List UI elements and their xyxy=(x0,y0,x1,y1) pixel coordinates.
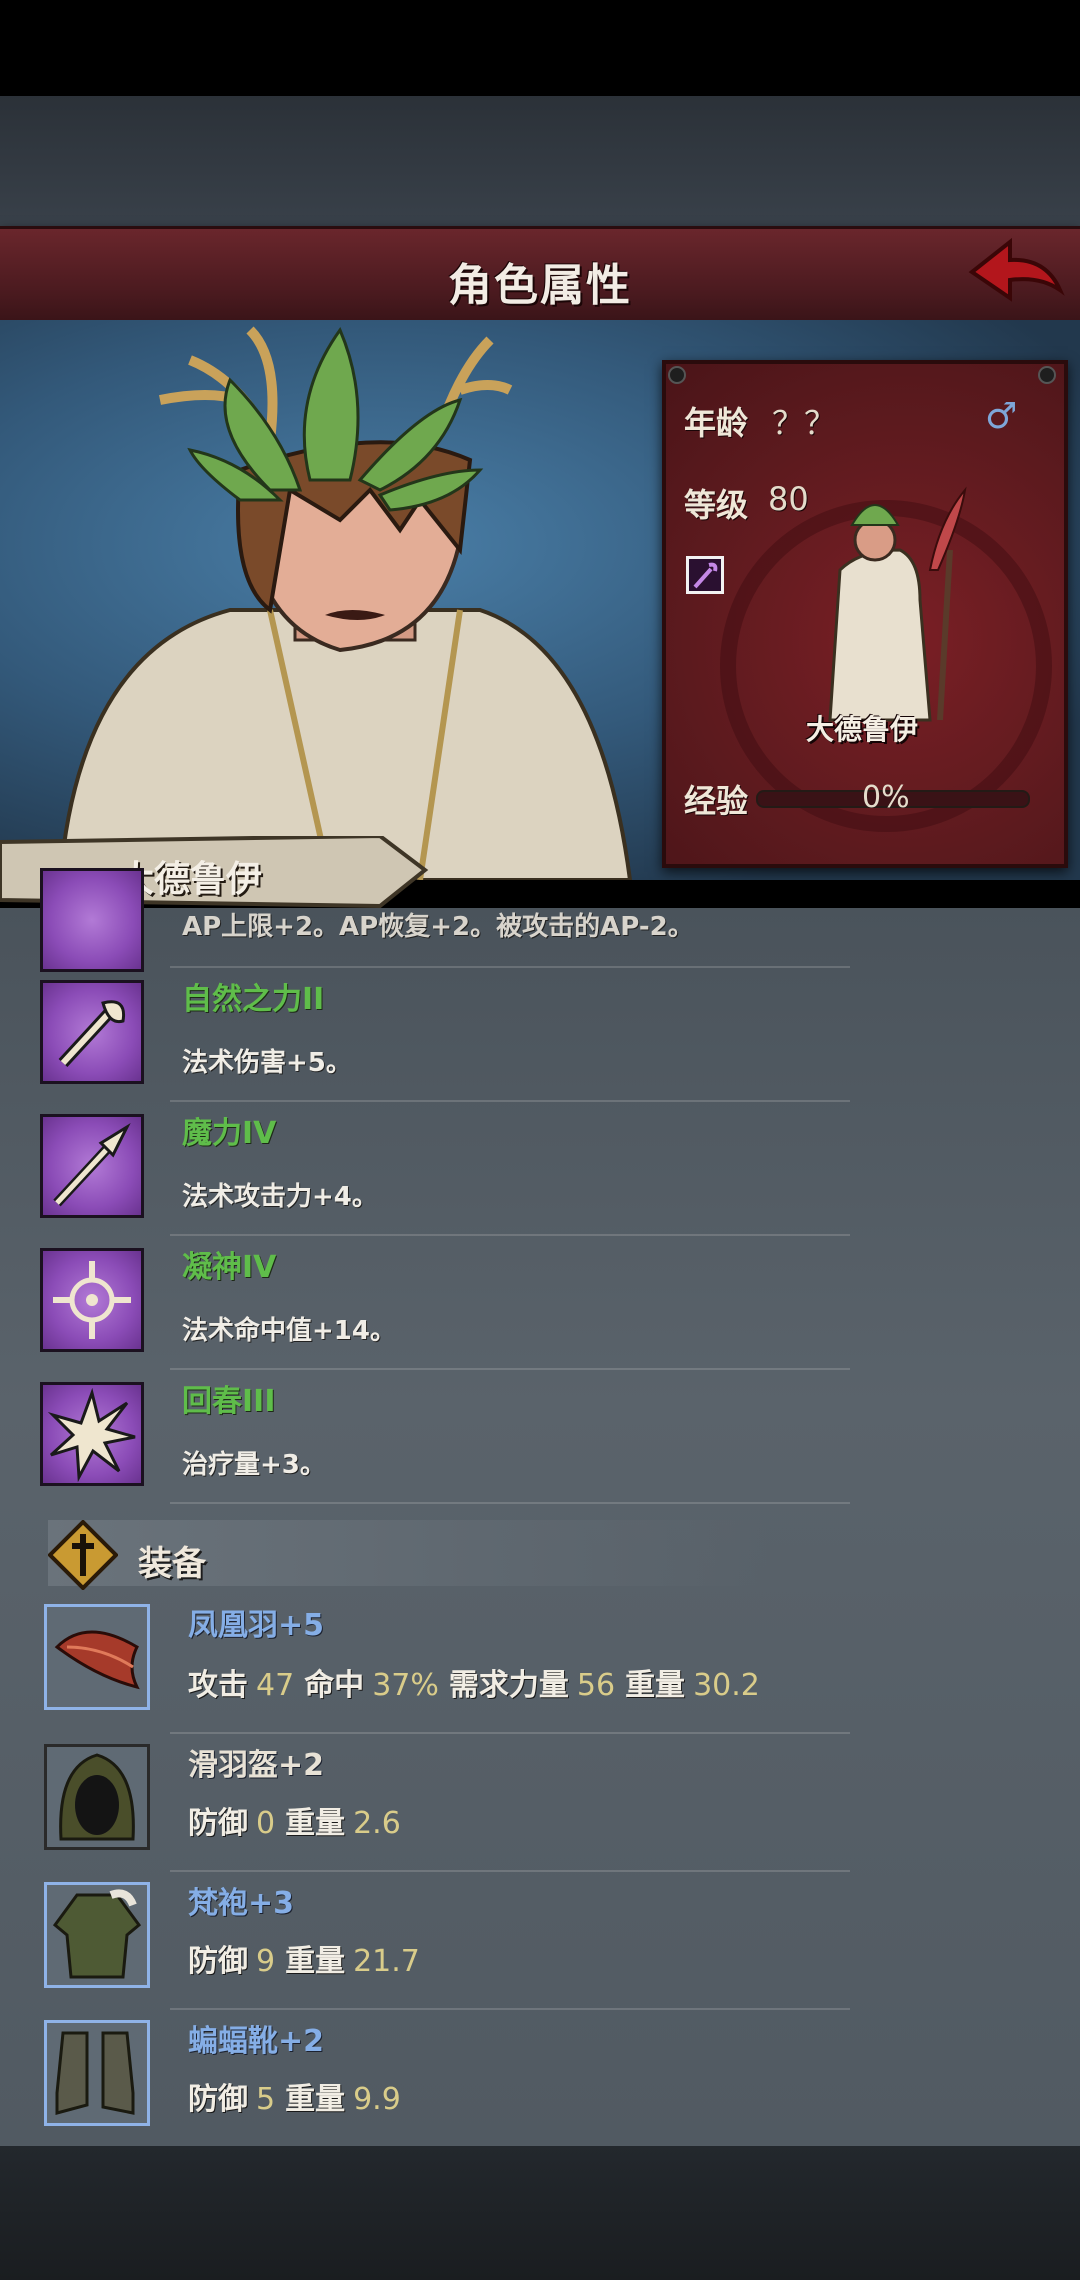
boots-icon[interactable] xyxy=(44,2020,150,2126)
stat-value: 5 xyxy=(256,2082,276,2117)
stat-value: 9.9 xyxy=(353,2082,401,2117)
skill-name: 自然之力II xyxy=(182,982,325,1017)
stat-label: 防御 xyxy=(188,1806,248,1841)
stat-label: 重量 xyxy=(285,1806,346,1841)
age-value: ？？ xyxy=(772,404,837,442)
stat-value: 30.2 xyxy=(693,1668,760,1703)
exp-label: 经验 xyxy=(684,782,749,820)
skill-description: AP上限+2。AP恢复+2。被攻击的AP-2。 xyxy=(182,912,694,942)
stat-value: 21.7 xyxy=(353,1944,420,1979)
status-bar-area xyxy=(0,0,1080,96)
robe-icon[interactable] xyxy=(44,1882,150,1988)
stat-label: 命中 xyxy=(304,1668,365,1703)
cross-shield-icon xyxy=(48,1520,118,1590)
exp-value: 0% xyxy=(862,780,910,815)
stat-value: 2.6 xyxy=(353,1806,401,1841)
skill-name: 回春III xyxy=(182,1384,276,1419)
bottom-backdrop xyxy=(0,2146,1080,2280)
skill-description: 法术命中值+14。 xyxy=(182,1316,396,1346)
figure-name: 大德鲁伊 xyxy=(805,713,918,746)
character-portrait xyxy=(57,326,633,880)
stat-value: 56 xyxy=(576,1668,616,1703)
divider xyxy=(170,1368,850,1370)
stat-label: 需求力量 xyxy=(448,1668,569,1703)
equipment-stats: 防御 0 重量 2.6 xyxy=(188,1798,411,1842)
equipment-stats: 防御 9 重量 21.7 xyxy=(188,1936,430,1980)
male-icon: ♂ xyxy=(985,396,1018,437)
skill-description: 法术伤害+5。 xyxy=(182,1048,352,1078)
rivet xyxy=(1038,366,1056,384)
character-figure xyxy=(828,486,967,722)
equipment-stats: 攻击 47 命中 37% 需求力量 56 重量 30.2 xyxy=(188,1660,770,1704)
divider xyxy=(170,1234,850,1236)
stat-label: 重量 xyxy=(285,2082,346,2117)
skill-row: 魔力IV 法术攻击力+4。 xyxy=(0,1108,850,1240)
phoenix-feather-icon[interactable] xyxy=(44,1604,150,1710)
skill-row: 自然之力II 法术伤害+5。 xyxy=(0,974,850,1106)
equipment-name[interactable]: 滑羽盔+2 xyxy=(188,1740,324,1784)
rejuvenate-burst-icon xyxy=(40,1382,144,1486)
magic-spear-icon xyxy=(40,1114,144,1218)
equipment-stats: 防御 5 重量 9.9 xyxy=(188,2074,411,2118)
top-backdrop xyxy=(0,96,1080,228)
stat-label: 重量 xyxy=(285,1944,346,1979)
stat-label: 攻击 xyxy=(188,1668,248,1703)
focus-crosshair-icon xyxy=(40,1248,144,1352)
stat-value: 37% xyxy=(372,1668,439,1703)
divider xyxy=(170,1732,850,1734)
skill-row: 回春III 治疗量+3。 xyxy=(0,1376,850,1508)
hood-icon[interactable] xyxy=(44,1744,150,1850)
stat-label: 重量 xyxy=(625,1668,686,1703)
rivet xyxy=(668,366,686,384)
stat-value: 9 xyxy=(256,1944,276,1979)
divider xyxy=(170,2008,850,2010)
skill-name: 魔力IV xyxy=(182,1116,277,1151)
equipment-name[interactable]: 梵袍+3 xyxy=(188,1878,294,1922)
page-title: 角色属性 xyxy=(448,260,632,311)
equipment-name[interactable]: 蝙蝠靴+2 xyxy=(188,2016,324,2060)
skill-description: 治疗量+3。 xyxy=(182,1450,326,1480)
partial-skill-icon xyxy=(40,868,144,972)
divider xyxy=(170,1100,850,1102)
stat-value: 0 xyxy=(256,1806,276,1841)
skill-description: 法术攻击力+4。 xyxy=(182,1182,378,1212)
age-label: 年龄 xyxy=(684,404,749,442)
level-label: 等级 xyxy=(684,486,749,524)
equipment-section-title: 装备 xyxy=(138,1544,206,1584)
staff-icon[interactable] xyxy=(686,556,724,594)
nature-staff-icon xyxy=(40,980,144,1084)
skill-name: 凝神IV xyxy=(182,1250,277,1285)
back-arrow-icon[interactable] xyxy=(966,232,1066,310)
title-bar: 角色属性 xyxy=(0,226,1080,325)
divider xyxy=(170,1870,850,1872)
skill-row: 凝神IV 法术命中值+14。 xyxy=(0,1242,850,1374)
stat-value: 47 xyxy=(256,1668,295,1703)
divider xyxy=(170,1502,850,1504)
stat-label: 防御 xyxy=(188,2082,248,2117)
equipment-name[interactable]: 凤凰羽+5 xyxy=(188,1600,324,1644)
divider xyxy=(170,966,850,968)
stat-label: 防御 xyxy=(188,1944,248,1979)
